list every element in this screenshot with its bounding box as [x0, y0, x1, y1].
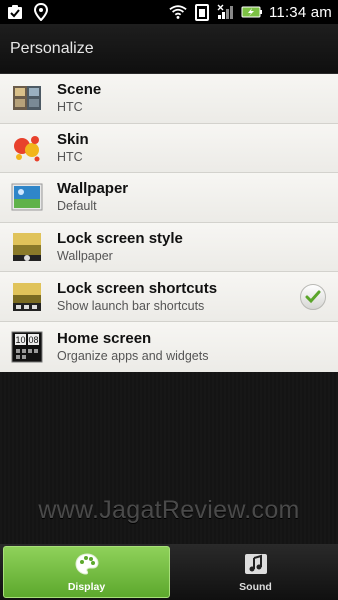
bottom-tab-bar: Display Sound [0, 544, 338, 600]
title-bar: Personalize [0, 24, 338, 74]
tab-label: Sound [239, 581, 272, 593]
item-subtitle: Wallpaper [57, 249, 113, 264]
wallpaper-thumbnail [11, 181, 43, 213]
location-icon [32, 3, 50, 21]
task-check-icon [6, 3, 24, 21]
lockscreen-thumbnail [11, 231, 43, 263]
tab-sound[interactable]: Sound [173, 544, 338, 600]
item-title: Lock screen style [57, 230, 183, 248]
battery-charging-icon [241, 3, 263, 21]
status-bar: 11:34 am [0, 0, 338, 24]
lockscreen-shortcuts-thumbnail [11, 281, 43, 313]
tab-display[interactable]: Display [3, 546, 170, 598]
list-item-home-screen[interactable]: 10 08 Home screen Organize apps and widg… [0, 321, 338, 372]
palette-icon [73, 551, 101, 577]
status-clock: 11:34 am [268, 3, 332, 21]
svg-text:10: 10 [15, 335, 25, 345]
check-icon [305, 290, 321, 304]
page-title: Personalize [10, 39, 94, 57]
item-title: Skin [57, 130, 89, 148]
item-subtitle: HTC [57, 149, 83, 164]
svg-text:08: 08 [28, 335, 38, 345]
list-item-skin[interactable]: Skin HTC [0, 123, 338, 174]
item-subtitle: Default [57, 199, 97, 214]
watermark: www.JagatReview.com [38, 496, 300, 524]
list-item-lock-screen-shortcuts[interactable]: Lock screen shortcuts Show launch bar sh… [0, 272, 338, 322]
item-title: Home screen [57, 329, 152, 347]
item-title: Wallpaper [57, 180, 129, 198]
tab-label: Display [67, 581, 106, 593]
personalize-list: Scene HTC Skin HTC Wallpaper Default Loc… [0, 74, 338, 372]
item-subtitle: HTC [57, 100, 83, 115]
list-item-wallpaper[interactable]: Wallpaper Default [0, 173, 338, 223]
music-note-icon [242, 551, 270, 577]
battery-saver-icon [193, 3, 211, 21]
item-subtitle: Organize apps and widgets [57, 348, 209, 363]
item-subtitle: Show launch bar shortcuts [57, 298, 205, 313]
wifi-icon [169, 3, 187, 21]
item-title: Lock screen shortcuts [57, 279, 218, 297]
home-screen-thumbnail: 10 08 [11, 331, 43, 363]
skin-thumbnail [11, 132, 43, 164]
signal-icon [217, 3, 235, 21]
item-title: Scene [57, 81, 102, 99]
list-item-lock-screen-style[interactable]: Lock screen style Wallpaper [0, 222, 338, 273]
checkbox[interactable] [300, 284, 326, 311]
scene-thumbnail [11, 82, 43, 114]
list-item-scene[interactable]: Scene HTC [0, 74, 338, 124]
